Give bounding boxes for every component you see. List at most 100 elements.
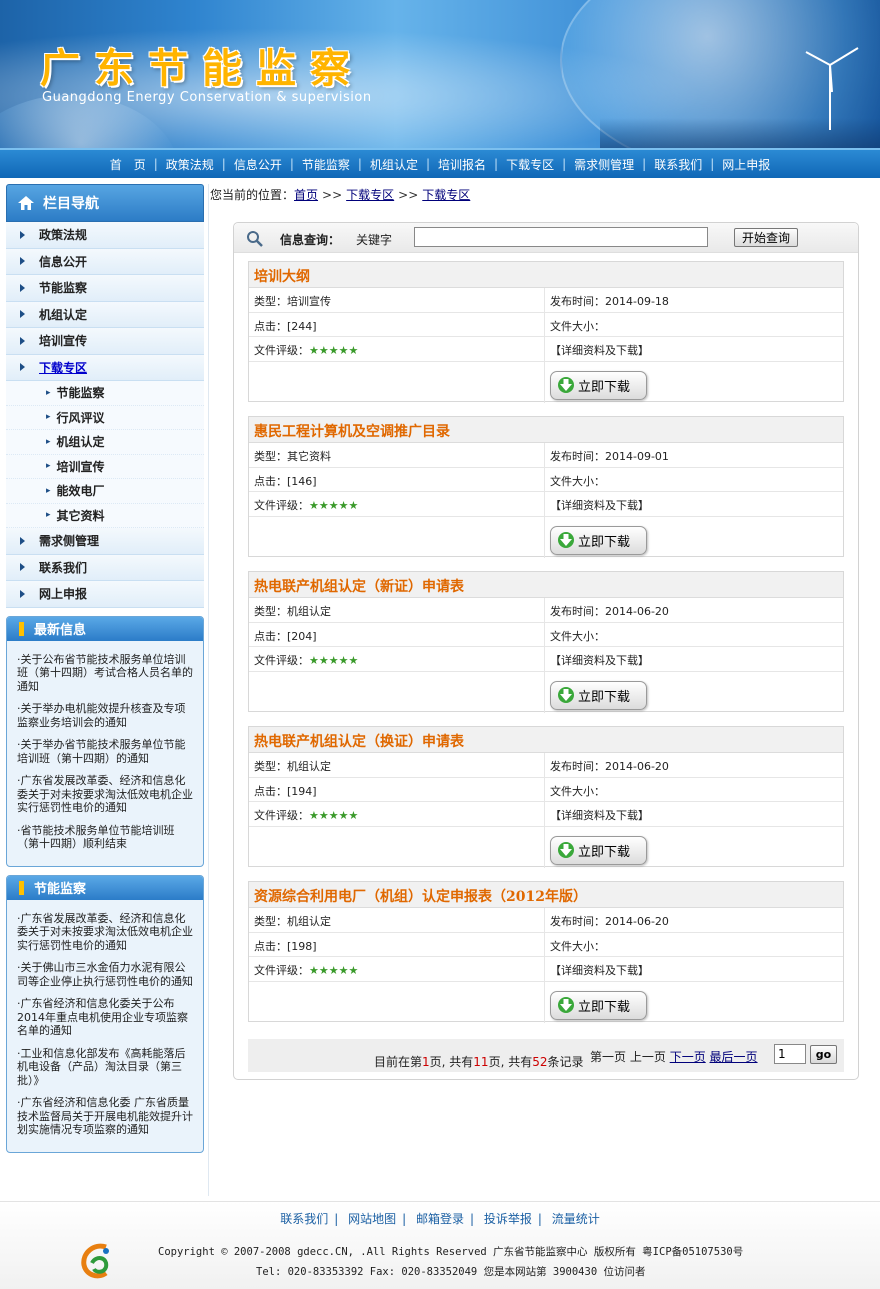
sidebar-item-label: 机组认定 <box>39 307 88 322</box>
detail-link[interactable]: 【详细资料及下载】 <box>550 809 649 822</box>
latest-news-box: 最新信息 ·关于公布省节能技术服务单位培训班（第十四期）考试合格人员名单的通知 … <box>6 615 204 867</box>
sidebar-item-supervision[interactable]: 节能监察 <box>6 275 204 302</box>
news-item[interactable]: ·工业和信息化部发布《高耗能落后机电设备（产品）淘汰目录（第三批）》 <box>17 1047 195 1088</box>
empty-cell <box>249 516 545 558</box>
footer: 联系我们 | 网站地图 | 邮箱登录 | 投诉举报 | 流量统计 Copyright ©… <box>0 1201 880 1289</box>
header-bar-icon <box>19 880 24 895</box>
breadcrumb-link-current[interactable]: 下载专区 <box>422 188 470 202</box>
download-button[interactable]: 立即下载 <box>550 525 647 555</box>
nav-demand[interactable]: 需求侧管理 <box>566 156 642 173</box>
file-download-cell: 立即下载 <box>545 672 843 713</box>
download-button[interactable]: 立即下载 <box>550 680 647 710</box>
footer-link-sitemap[interactable]: 网站地图 <box>342 1212 402 1226</box>
nav-home[interactable]: 首 页 <box>102 156 154 173</box>
page-number-input[interactable] <box>774 1044 806 1064</box>
footer-separator: | <box>470 1212 475 1226</box>
sidebar-item-downloads[interactable]: 下载专区 <box>6 354 204 381</box>
file-date-cell: 发布时间：2014-09-18 <box>545 288 843 312</box>
sidebar-item-policy[interactable]: 政策法规 <box>6 222 204 249</box>
sidebar-item-label[interactable]: 下载专区 <box>39 359 87 376</box>
file-size-cell: 文件大小： <box>545 468 843 492</box>
nav-contact[interactable]: 联系我们 <box>646 156 710 173</box>
type-label: 类型： <box>254 915 287 928</box>
sidebar-subitem-efficiency-plant[interactable]: ▸ 能效电厂 <box>6 479 204 504</box>
detail-link[interactable]: 【详细资料及下载】 <box>550 654 649 667</box>
file-hits: [204] <box>287 629 317 643</box>
arrow-right-icon <box>20 336 25 345</box>
footer-link-contact[interactable]: 联系我们 <box>274 1212 334 1226</box>
empty-cell <box>249 826 545 868</box>
file-title[interactable]: 热电联产机组认定（新证）申请表 <box>249 572 843 598</box>
file-rating-cell: 文件评级：★★★★★ <box>249 337 545 361</box>
file-title[interactable]: 惠民工程计算机及空调推广目录 <box>249 417 843 443</box>
date-label: 发布时间： <box>550 450 605 463</box>
sidebar-item-info[interactable]: 信息公开 <box>6 248 204 275</box>
detail-link[interactable]: 【详细资料及下载】 <box>550 964 649 977</box>
file-type: 其它资料 <box>287 450 331 463</box>
arrow-right-icon <box>20 563 25 572</box>
sidebar-subitem-unit-certify[interactable]: ▸ 机组认定 <box>6 430 204 455</box>
nav-downloads[interactable]: 下载专区 <box>498 156 562 173</box>
nav-supervision[interactable]: 节能监察 <box>294 156 358 173</box>
detail-link[interactable]: 【详细资料及下载】 <box>550 499 649 512</box>
news-item[interactable]: ·广东省经济和信息化委 广东省质量技术监督局关于开展电机能效提升计划实施情况专项… <box>17 1096 195 1137</box>
sidebar-item-online-apply[interactable]: 网上申报 <box>6 581 204 608</box>
download-button[interactable]: 立即下载 <box>550 370 647 400</box>
file-rating-cell: 文件评级：★★★★★ <box>249 957 545 981</box>
news-item[interactable]: ·关于佛山市三水金佰力水泥有限公司等企业停止执行惩罚性电价的通知 <box>17 961 195 988</box>
last-page-link[interactable]: 最后一页 <box>710 1050 758 1064</box>
next-page-link[interactable]: 下一页 <box>670 1050 706 1064</box>
footer-separator: | <box>402 1212 407 1226</box>
breadcrumb-link-home[interactable]: 首页 <box>294 188 318 202</box>
sidebar-subitem-training[interactable]: ▸ 培训宣传 <box>6 454 204 479</box>
download-button[interactable]: 立即下载 <box>550 990 647 1020</box>
nav-unit-certify[interactable]: 机组认定 <box>362 156 426 173</box>
file-type: 机组认定 <box>287 605 331 618</box>
footer-link-mail[interactable]: 邮箱登录 <box>410 1212 470 1226</box>
sidebar-item-contact[interactable]: 联系我们 <box>6 554 204 581</box>
footer-link-stats[interactable]: 流量统计 <box>546 1212 606 1226</box>
rating-label: 文件评级： <box>254 809 309 822</box>
download-button[interactable]: 立即下载 <box>550 835 647 865</box>
sidebar-subitem-supervision[interactable]: ▸ 节能监察 <box>6 381 204 406</box>
file-title[interactable]: 热电联产机组认定（换证）申请表 <box>249 727 843 753</box>
sidebar-item-unit-certify[interactable]: 机组认定 <box>6 301 204 328</box>
file-card: 资源综合利用电厂（机组）认定申报表（2012年版） 类型：机组认定 发布时间：201… <box>248 881 844 1023</box>
arrow-right-icon <box>20 283 25 292</box>
news-item[interactable]: ·关于举办省节能技术服务单位节能培训班（第十四期）的通知 <box>17 738 195 765</box>
latest-news-header: 最新信息 <box>7 616 203 641</box>
news-item[interactable]: ·关于公布省节能技术服务单位培训班（第十四期）考试合格人员名单的通知 <box>17 653 195 694</box>
nav-policy[interactable]: 政策法规 <box>158 156 222 173</box>
file-title[interactable]: 资源综合利用电厂（机组）认定申报表（2012年版） <box>249 882 843 908</box>
sidebar-subitem-other[interactable]: ▸ 其它资料 <box>6 503 204 528</box>
arrow-right-icon <box>20 257 25 266</box>
file-type-cell: 类型：其它资料 <box>249 443 545 467</box>
nav-training[interactable]: 培训报名 <box>430 156 494 173</box>
footer-link-complaint[interactable]: 投诉举报 <box>478 1212 538 1226</box>
breadcrumb-link-downloads[interactable]: 下载专区 <box>346 188 394 202</box>
file-row: 点击：[244] 文件大小： <box>249 312 843 337</box>
sidebar-subitem-review[interactable]: ▸ 行风评议 <box>6 405 204 430</box>
news-item[interactable]: ·广东省经济和信息化委关于公布2014年重点电机使用企业专项监察名单的通知 <box>17 997 195 1038</box>
news-item[interactable]: ·省节能技术服务单位节能培训班（第十四期）顺利结束 <box>17 824 195 851</box>
nav-online-apply[interactable]: 网上申报 <box>714 156 778 173</box>
file-row: 类型：机组认定 发布时间：2014-06-20 <box>249 598 843 623</box>
news-item[interactable]: ·关于举办电机能效提升核查及专项监察业务培训会的通知 <box>17 702 195 729</box>
sidebar-item-training[interactable]: 培训宣传 <box>6 328 204 355</box>
rating-label: 文件评级： <box>254 654 309 667</box>
file-type: 机组认定 <box>287 915 331 928</box>
search-button[interactable]: 开始查询 <box>734 228 798 247</box>
go-button[interactable]: go <box>810 1045 837 1064</box>
sidebar-item-demand[interactable]: 需求侧管理 <box>6 528 204 555</box>
file-title[interactable]: 培训大纲 <box>249 262 843 288</box>
nav-info[interactable]: 信息公开 <box>226 156 290 173</box>
search-input[interactable] <box>414 227 708 247</box>
sidebar-item-label: 培训宣传 <box>39 334 88 349</box>
file-hits-cell: 点击：[146] <box>249 467 545 491</box>
rating-stars-icon: ★★★★★ <box>309 964 359 977</box>
header-bar-icon <box>19 621 24 636</box>
detail-link[interactable]: 【详细资料及下载】 <box>550 344 649 357</box>
sidebar: 栏目导航 政策法规 信息公开 节能监察 机组认定 培训宣传 下载专区 ▸ 节能监察… <box>6 184 204 1153</box>
news-item[interactable]: ·广东省发展改革委、经济和信息化委关于对未按要求淘汰低效电机企业实行惩罚性电价的… <box>17 912 195 953</box>
news-item[interactable]: ·广东省发展改革委、经济和信息化委关于对未按要求淘汰低效电机企业实行惩罚性电价的… <box>17 774 195 815</box>
